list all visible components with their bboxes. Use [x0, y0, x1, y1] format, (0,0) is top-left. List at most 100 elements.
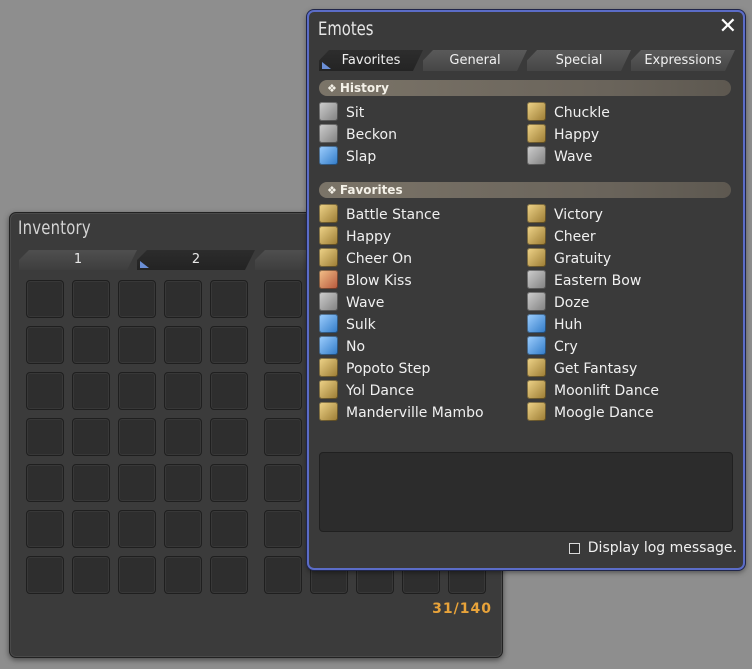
- emote-item[interactable]: Slap: [319, 145, 377, 167]
- inventory-slot[interactable]: [72, 372, 110, 410]
- emote-label: Gratuity: [554, 251, 612, 267]
- emote-item[interactable]: Beckon: [319, 123, 397, 145]
- tab-label: Expressions: [644, 53, 722, 68]
- inventory-slot[interactable]: [210, 326, 248, 364]
- emote-item[interactable]: Wave: [319, 291, 385, 313]
- inventory-slot[interactable]: [72, 464, 110, 502]
- inventory-slot[interactable]: [264, 418, 302, 456]
- inventory-slot[interactable]: [72, 510, 110, 548]
- emote-item[interactable]: Victory: [527, 203, 603, 225]
- inventory-slot[interactable]: [264, 280, 302, 318]
- emote-label: Battle Stance: [346, 207, 441, 223]
- emote-label: Beckon: [346, 127, 397, 143]
- emote-label: Wave: [346, 295, 385, 311]
- emote-label: Moonlift Dance: [554, 383, 660, 399]
- emote-item[interactable]: No: [319, 335, 365, 357]
- emote-label: Blow Kiss: [346, 273, 412, 289]
- emote-label: Victory: [554, 207, 603, 223]
- inventory-slot[interactable]: [72, 280, 110, 318]
- emote-icon: [319, 203, 338, 223]
- emote-item[interactable]: Eastern Bow: [527, 269, 641, 291]
- inventory-slot[interactable]: [264, 372, 302, 410]
- emote-icon: [319, 357, 338, 377]
- inventory-slot[interactable]: [264, 510, 302, 548]
- inventory-slot[interactable]: [118, 418, 156, 456]
- emote-item[interactable]: Cry: [527, 335, 578, 357]
- inventory-slot[interactable]: [164, 326, 202, 364]
- inventory-slot[interactable]: [118, 510, 156, 548]
- inventory-slot[interactable]: [210, 556, 248, 594]
- inventory-slot[interactable]: [264, 464, 302, 502]
- emote-item[interactable]: Moogle Dance: [527, 401, 654, 423]
- emotes-window: Emotes ✕ Favorites General Special Expre…: [307, 10, 745, 570]
- inventory-slot[interactable]: [26, 280, 64, 318]
- inventory-slot[interactable]: [118, 326, 156, 364]
- inventory-slot[interactable]: [210, 510, 248, 548]
- inventory-tab-1[interactable]: 1: [19, 250, 137, 270]
- tab-general[interactable]: General: [423, 50, 527, 71]
- inventory-slot[interactable]: [164, 510, 202, 548]
- inventory-slot[interactable]: [210, 372, 248, 410]
- emote-item[interactable]: Sulk: [319, 313, 376, 335]
- inventory-slot[interactable]: [26, 510, 64, 548]
- inventory-slot[interactable]: [210, 464, 248, 502]
- inventory-slot[interactable]: [26, 372, 64, 410]
- inventory-slot[interactable]: [118, 280, 156, 318]
- emote-label: Cry: [554, 339, 578, 355]
- emote-item[interactable]: Wave: [527, 145, 592, 167]
- emote-label: Huh: [554, 317, 583, 333]
- diamond-icon: ❖: [327, 82, 337, 95]
- inventory-slot[interactable]: [164, 556, 202, 594]
- emote-item[interactable]: Huh: [527, 313, 583, 335]
- emote-item[interactable]: Moonlift Dance: [527, 379, 660, 401]
- emote-item[interactable]: Chuckle: [527, 101, 610, 123]
- emote-icon: [527, 379, 546, 399]
- emote-item[interactable]: Cheer: [527, 225, 596, 247]
- inventory-slot[interactable]: [72, 326, 110, 364]
- inventory-slot[interactable]: [118, 556, 156, 594]
- emote-icon: [319, 123, 338, 143]
- emote-item[interactable]: Gratuity: [527, 247, 612, 269]
- inventory-slot[interactable]: [118, 372, 156, 410]
- inventory-slot[interactable]: [164, 280, 202, 318]
- inventory-slot[interactable]: [164, 372, 202, 410]
- emote-item[interactable]: Blow Kiss: [319, 269, 412, 291]
- emote-label: Sulk: [346, 317, 376, 333]
- emote-item[interactable]: Manderville Mambo: [319, 401, 484, 423]
- favorites-section-header: ❖ Favorites: [319, 182, 731, 198]
- inventory-tab-2[interactable]: 2: [137, 250, 255, 270]
- tab-favorites[interactable]: Favorites: [319, 50, 423, 71]
- inventory-slot[interactable]: [26, 326, 64, 364]
- inventory-slot[interactable]: [26, 418, 64, 456]
- inventory-slot[interactable]: [72, 556, 110, 594]
- section-label: History: [339, 81, 389, 95]
- inventory-slot[interactable]: [264, 556, 302, 594]
- inventory-slot[interactable]: [72, 418, 110, 456]
- emote-item[interactable]: Happy: [527, 123, 599, 145]
- emote-item[interactable]: Battle Stance: [319, 203, 441, 225]
- inventory-slot[interactable]: [26, 556, 64, 594]
- emote-item[interactable]: Yol Dance: [319, 379, 414, 401]
- emote-item[interactable]: Happy: [319, 225, 392, 247]
- emote-item[interactable]: Get Fantasy: [527, 357, 637, 379]
- display-log-toggle[interactable]: Display log message.: [568, 540, 737, 556]
- emote-item[interactable]: Popoto Step: [319, 357, 430, 379]
- emote-label: Slap: [346, 149, 377, 165]
- close-icon[interactable]: ✕: [719, 14, 737, 39]
- tab-expressions[interactable]: Expressions: [631, 50, 735, 71]
- inventory-slot[interactable]: [164, 418, 202, 456]
- checkbox-icon[interactable]: [568, 542, 580, 554]
- emote-item[interactable]: Sit: [319, 101, 365, 123]
- inventory-slot[interactable]: [210, 280, 248, 318]
- emote-icon: [527, 247, 546, 267]
- emote-label: Happy: [346, 229, 392, 245]
- emote-label: Sit: [346, 105, 365, 121]
- emote-item[interactable]: Doze: [527, 291, 589, 313]
- inventory-slot[interactable]: [118, 464, 156, 502]
- inventory-slot[interactable]: [210, 418, 248, 456]
- inventory-slot[interactable]: [264, 326, 302, 364]
- inventory-slot[interactable]: [164, 464, 202, 502]
- inventory-slot[interactable]: [26, 464, 64, 502]
- tab-special[interactable]: Special: [527, 50, 631, 71]
- emote-item[interactable]: Cheer On: [319, 247, 412, 269]
